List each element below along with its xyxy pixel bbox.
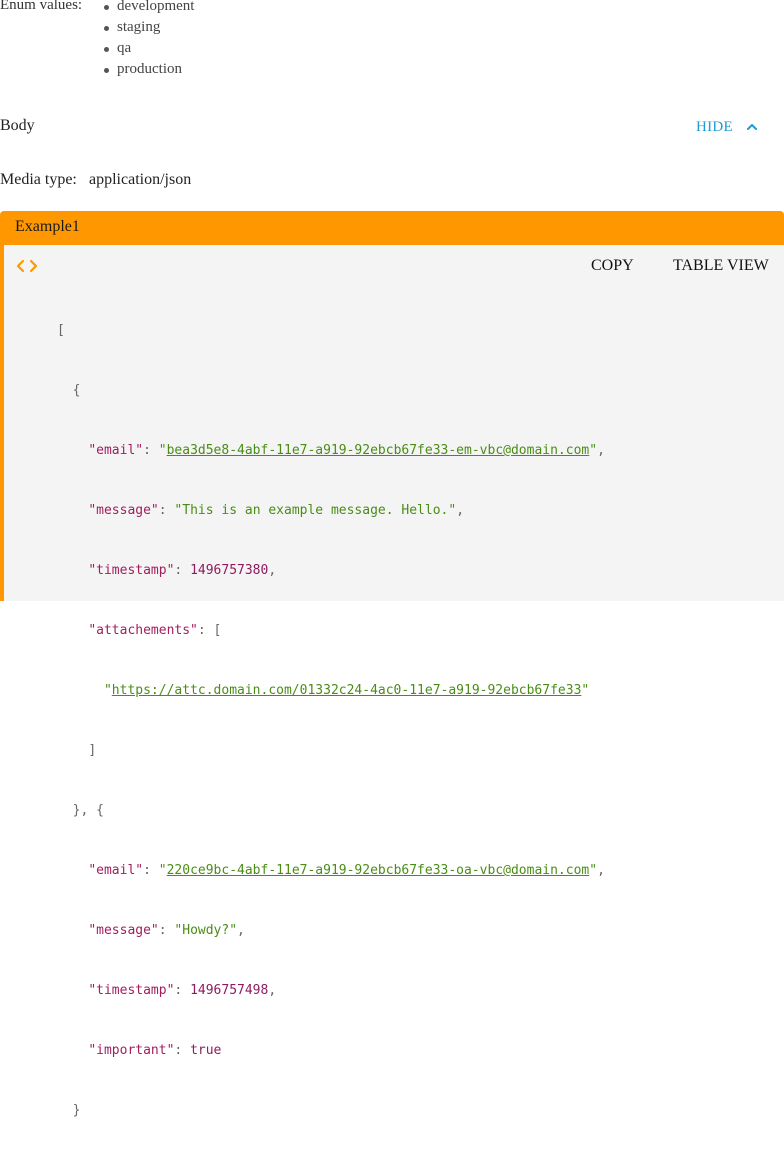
json-key: "message" (88, 503, 159, 518)
email-link[interactable]: bea3d5e8-4abf-11e7-a919-92ebcb67fe33-em-… (167, 443, 590, 458)
email-link[interactable]: 220ce9bc-4abf-11e7-a919-92ebcb67fe33-oa-… (167, 863, 590, 878)
hide-body-button[interactable]: HIDE (696, 117, 759, 137)
enum-value-item: staging (104, 18, 194, 39)
enum-values-list: development staging qa production (104, 0, 194, 81)
json-key: "important" (88, 1043, 175, 1058)
media-type-value: application/json (89, 171, 192, 188)
json-key: "attachements" (88, 623, 198, 638)
json-key: "message" (88, 923, 159, 938)
enum-value-item: production (104, 60, 194, 81)
json-string: "Howdy?" (174, 923, 238, 938)
json-key: "timestamp" (88, 983, 175, 998)
example-panel: Example1 COPY TABLE VIEW [ { "email": "b… (0, 211, 784, 1118)
json-key: "email" (88, 863, 144, 878)
enum-value-item: qa (104, 39, 194, 60)
copy-button[interactable]: COPY (591, 257, 634, 275)
enum-value-item: development (104, 0, 194, 18)
table-view-button[interactable]: TABLE VIEW (673, 257, 769, 275)
chevron-up-icon (745, 120, 759, 134)
code-icon[interactable] (16, 259, 38, 273)
json-number: 1496757498 (190, 983, 269, 998)
json-example: [ { "email": "bea3d5e8-4abf-11e7-a919-92… (57, 323, 605, 1118)
json-string: "This is an example message. Hello." (174, 503, 457, 518)
media-type-label: Media type: (0, 171, 77, 188)
hide-label: HIDE (696, 118, 734, 135)
json-boolean: true (190, 1043, 222, 1058)
attachment-link[interactable]: https://attc.domain.com/01332c24-4ac0-11… (112, 683, 582, 698)
enum-values-label: Enum values: (0, 0, 83, 13)
json-key: "email" (88, 443, 144, 458)
json-key: "timestamp" (88, 563, 175, 578)
example-tab[interactable]: Example1 (15, 218, 80, 236)
body-section-title: Body (0, 117, 35, 134)
json-number: 1496757380 (190, 563, 269, 578)
